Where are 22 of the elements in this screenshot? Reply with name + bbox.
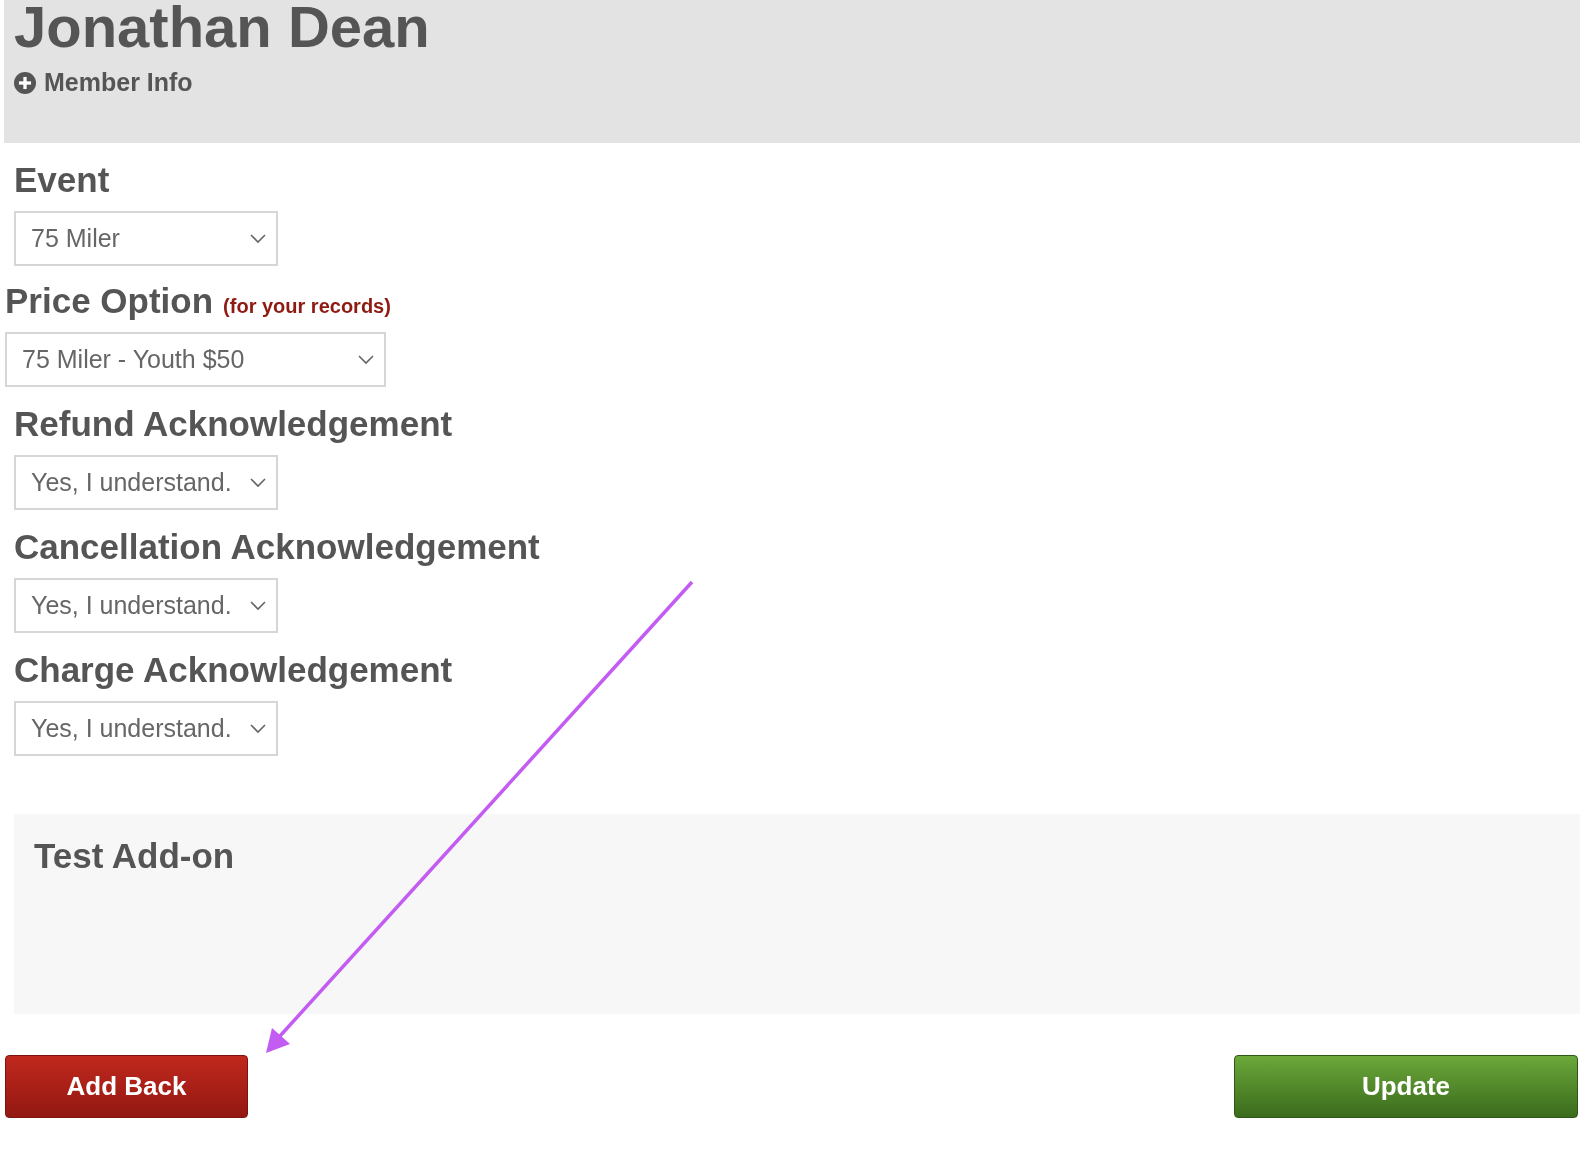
dropdown[interactable]: 75 Miler (14, 211, 278, 266)
member-info-toggle[interactable]: Member Info (14, 68, 193, 97)
chevron-icon (250, 600, 266, 611)
chevron-icon (358, 354, 374, 365)
plus-circle-icon (14, 71, 36, 94)
field-label: Price Option (5, 280, 214, 322)
dropdown[interactable]: Yes, I understand. (14, 701, 278, 756)
dropdown[interactable]: 75 Miler - Youth $50 (5, 332, 386, 387)
update-button[interactable]: Update (1234, 1055, 1578, 1118)
chevron-icon (250, 723, 266, 734)
chevron-icon (250, 477, 266, 488)
add-back-button[interactable]: Add Back (5, 1055, 248, 1118)
field-label: Charge Acknowledgement (14, 649, 453, 691)
field-label: Refund Acknowledgement (14, 403, 453, 445)
dropdown[interactable]: Yes, I understand. (14, 578, 278, 633)
field-note: (for your records) (223, 295, 391, 318)
dropdown[interactable]: Yes, I understand. (14, 455, 278, 510)
field-label: Event (14, 159, 110, 201)
field-label: Cancellation Acknowledgement (14, 526, 540, 568)
member-name: Jonathan Dean (14, 0, 431, 60)
chevron-icon (250, 233, 266, 244)
addon-title: Test Add-on (34, 836, 236, 876)
